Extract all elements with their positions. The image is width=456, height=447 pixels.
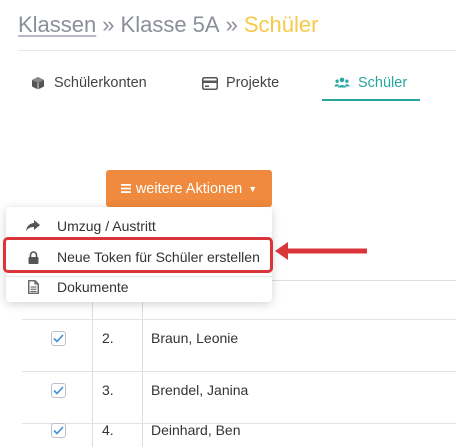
student-number: 3. — [102, 382, 114, 398]
tab-projekte[interactable]: Projekte — [202, 64, 279, 102]
credit-card-icon — [202, 75, 218, 91]
breadcrumb-separator: » — [102, 12, 115, 37]
student-number: 2. — [102, 330, 114, 346]
bars-icon — [120, 184, 131, 193]
more-actions-label: weitere Aktionen — [135, 180, 243, 197]
tab-schuelerkonten[interactable]: Schülerkonten — [30, 64, 147, 102]
page-title: Schüler — [243, 12, 319, 37]
breadcrumb-klasse: Klasse 5A — [120, 12, 220, 37]
table-row[interactable]: 4. Deinhard, Ben — [22, 412, 456, 447]
breadcrumb-klassen[interactable]: Klassen — [18, 12, 96, 37]
menu-item-label: Dokumente — [57, 279, 129, 295]
caret-down-icon: ▼ — [248, 183, 258, 194]
tab-schueler[interactable]: Schüler — [334, 64, 407, 102]
tab-label: Schüler — [358, 75, 408, 91]
breadcrumb-separator: » — [225, 12, 238, 37]
student-name[interactable]: Deinhard, Ben — [151, 422, 241, 438]
document-icon — [26, 280, 40, 294]
checkmark-icon — [53, 386, 64, 395]
row-checkbox[interactable] — [51, 423, 66, 438]
breadcrumb: Klassen» Klasse 5A» Schüler — [18, 12, 318, 38]
tab-label: Schülerkonten — [54, 75, 147, 91]
student-number: 4. — [102, 422, 114, 438]
tab-label: Projekte — [226, 75, 280, 91]
checkmark-icon — [53, 426, 64, 435]
cube-icon — [30, 75, 46, 91]
student-name[interactable]: Braun, Leonie — [151, 330, 238, 346]
share-arrow-icon — [26, 219, 40, 233]
menu-item-umzug-austritt[interactable]: Umzug / Austritt — [6, 213, 272, 239]
menu-item-dokumente[interactable]: Dokumente — [6, 274, 272, 300]
tab-bar: Schülerkonten Projekte Schüler — [0, 64, 456, 102]
students-table: 2. Braun, Leonie 3. Brendel, Janina 4. D… — [22, 280, 456, 447]
active-tab-indicator — [322, 99, 420, 101]
student-name[interactable]: Brendel, Janina — [151, 382, 248, 398]
more-actions-button[interactable]: weitere Aktionen ▼ — [106, 170, 272, 207]
checkmark-icon — [53, 334, 64, 343]
table-row[interactable]: 2. Braun, Leonie — [22, 320, 456, 372]
users-icon — [334, 75, 350, 91]
arrow-annotation-icon — [275, 242, 367, 260]
row-checkbox[interactable] — [51, 383, 66, 398]
highlight-annotation — [3, 237, 273, 273]
header-divider — [18, 50, 456, 51]
row-checkbox[interactable] — [51, 331, 66, 346]
menu-item-label: Umzug / Austritt — [57, 218, 156, 234]
